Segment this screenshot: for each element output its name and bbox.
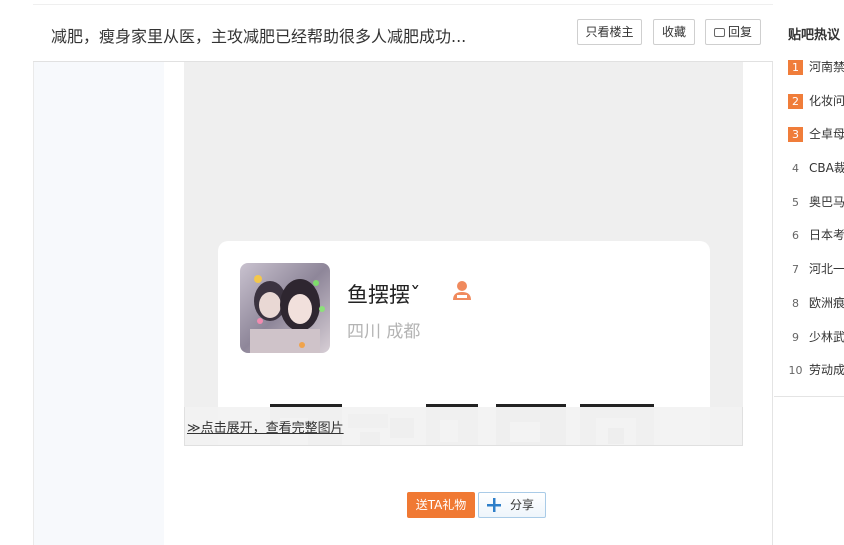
expand-image-link[interactable]: ≫点击展开，查看完整图片 — [187, 417, 344, 436]
rank-badge: 7 — [792, 263, 799, 276]
hot-topic-item[interactable]: 10 劳动成 — [788, 361, 844, 381]
rank-badge: 3 — [788, 127, 803, 142]
thread-header: 减肥，瘦身家里从医，主攻减肥已经帮助很多人减肥成功... 只看楼主 收藏 回复 — [33, 4, 773, 62]
rank-badge: 2 — [788, 94, 803, 109]
share-button[interactable]: 分享 — [478, 492, 546, 518]
thread-title: 减肥，瘦身家里从医，主攻减肥已经帮助很多人减肥成功... — [51, 27, 467, 46]
hot-topics-sidebar: 贴吧热议 1 河南禁 2 化妆问 3 仝卓母 4 CBA裁 5 奥巴马 6 日本考 7 河北一… — [774, 4, 844, 397]
rank-badge: 1 — [788, 60, 803, 75]
hot-topic-text[interactable]: 化妆问 — [809, 92, 844, 109]
hot-topic-item[interactable]: 8 欧洲痕 — [788, 294, 844, 314]
reply-button-label: 回复 — [727, 25, 752, 39]
hot-topic-item[interactable]: 3 仝卓母 — [788, 125, 844, 145]
hot-topic-item[interactable]: 9 少林武 — [788, 328, 844, 348]
hot-topic-text[interactable]: 河北一 — [809, 260, 844, 277]
hot-topic-item[interactable]: 6 日本考 — [788, 226, 844, 246]
hot-topic-item[interactable]: 1 河南禁 — [788, 58, 844, 78]
only-op-button[interactable]: 只看楼主 — [577, 19, 642, 45]
hot-topic-item[interactable]: 4 CBA裁 — [788, 159, 844, 179]
rank-badge: 6 — [792, 229, 799, 242]
send-gift-button[interactable]: 送TA礼物 — [407, 492, 475, 518]
profile-username: 鱼摆摆ˇ — [347, 283, 421, 307]
author-column — [33, 62, 164, 545]
profile-location: 四川 成都 — [347, 322, 421, 342]
hot-topic-item[interactable]: 2 化妆问 — [788, 92, 844, 112]
rank-badge: 10 — [788, 364, 803, 377]
comment-icon — [713, 28, 725, 37]
rank-badge: 9 — [792, 331, 799, 344]
rank-badge: 5 — [792, 196, 799, 209]
hot-topic-text[interactable]: 少林武 — [809, 328, 844, 345]
hot-topic-text[interactable]: 劳动成 — [809, 361, 844, 378]
collect-button[interactable]: 收藏 — [653, 19, 695, 45]
hot-topic-item[interactable]: 5 奥巴马 — [788, 193, 844, 213]
reply-button[interactable]: 回复 — [705, 19, 761, 45]
share-button-label: 分享 — [510, 498, 535, 512]
post-image[interactable]: 鱼摆摆ˇ 四川 成都 — [184, 62, 743, 446]
hot-topic-item[interactable]: 7 河北一 — [788, 260, 844, 280]
hot-topic-text[interactable]: CBA裁 — [809, 159, 844, 176]
person-icon — [453, 281, 471, 300]
share-icon — [487, 498, 501, 512]
hot-topics-title: 贴吧热议 — [788, 28, 841, 43]
hot-topic-text[interactable]: 奥巴马 — [809, 193, 844, 210]
hot-topic-text[interactable]: 欧洲痕 — [809, 294, 844, 311]
hot-topic-text[interactable]: 日本考 — [809, 226, 844, 243]
username-row: 鱼摆摆ˇ — [347, 279, 421, 309]
rank-badge: 8 — [792, 297, 799, 310]
hot-topic-text[interactable]: 河南禁 — [809, 58, 844, 75]
hot-topic-text[interactable]: 仝卓母 — [809, 125, 844, 142]
avatar — [240, 263, 330, 353]
expand-image-bar[interactable]: ≫点击展开，查看完整图片 — [184, 407, 743, 446]
rank-badge: 4 — [792, 162, 799, 175]
